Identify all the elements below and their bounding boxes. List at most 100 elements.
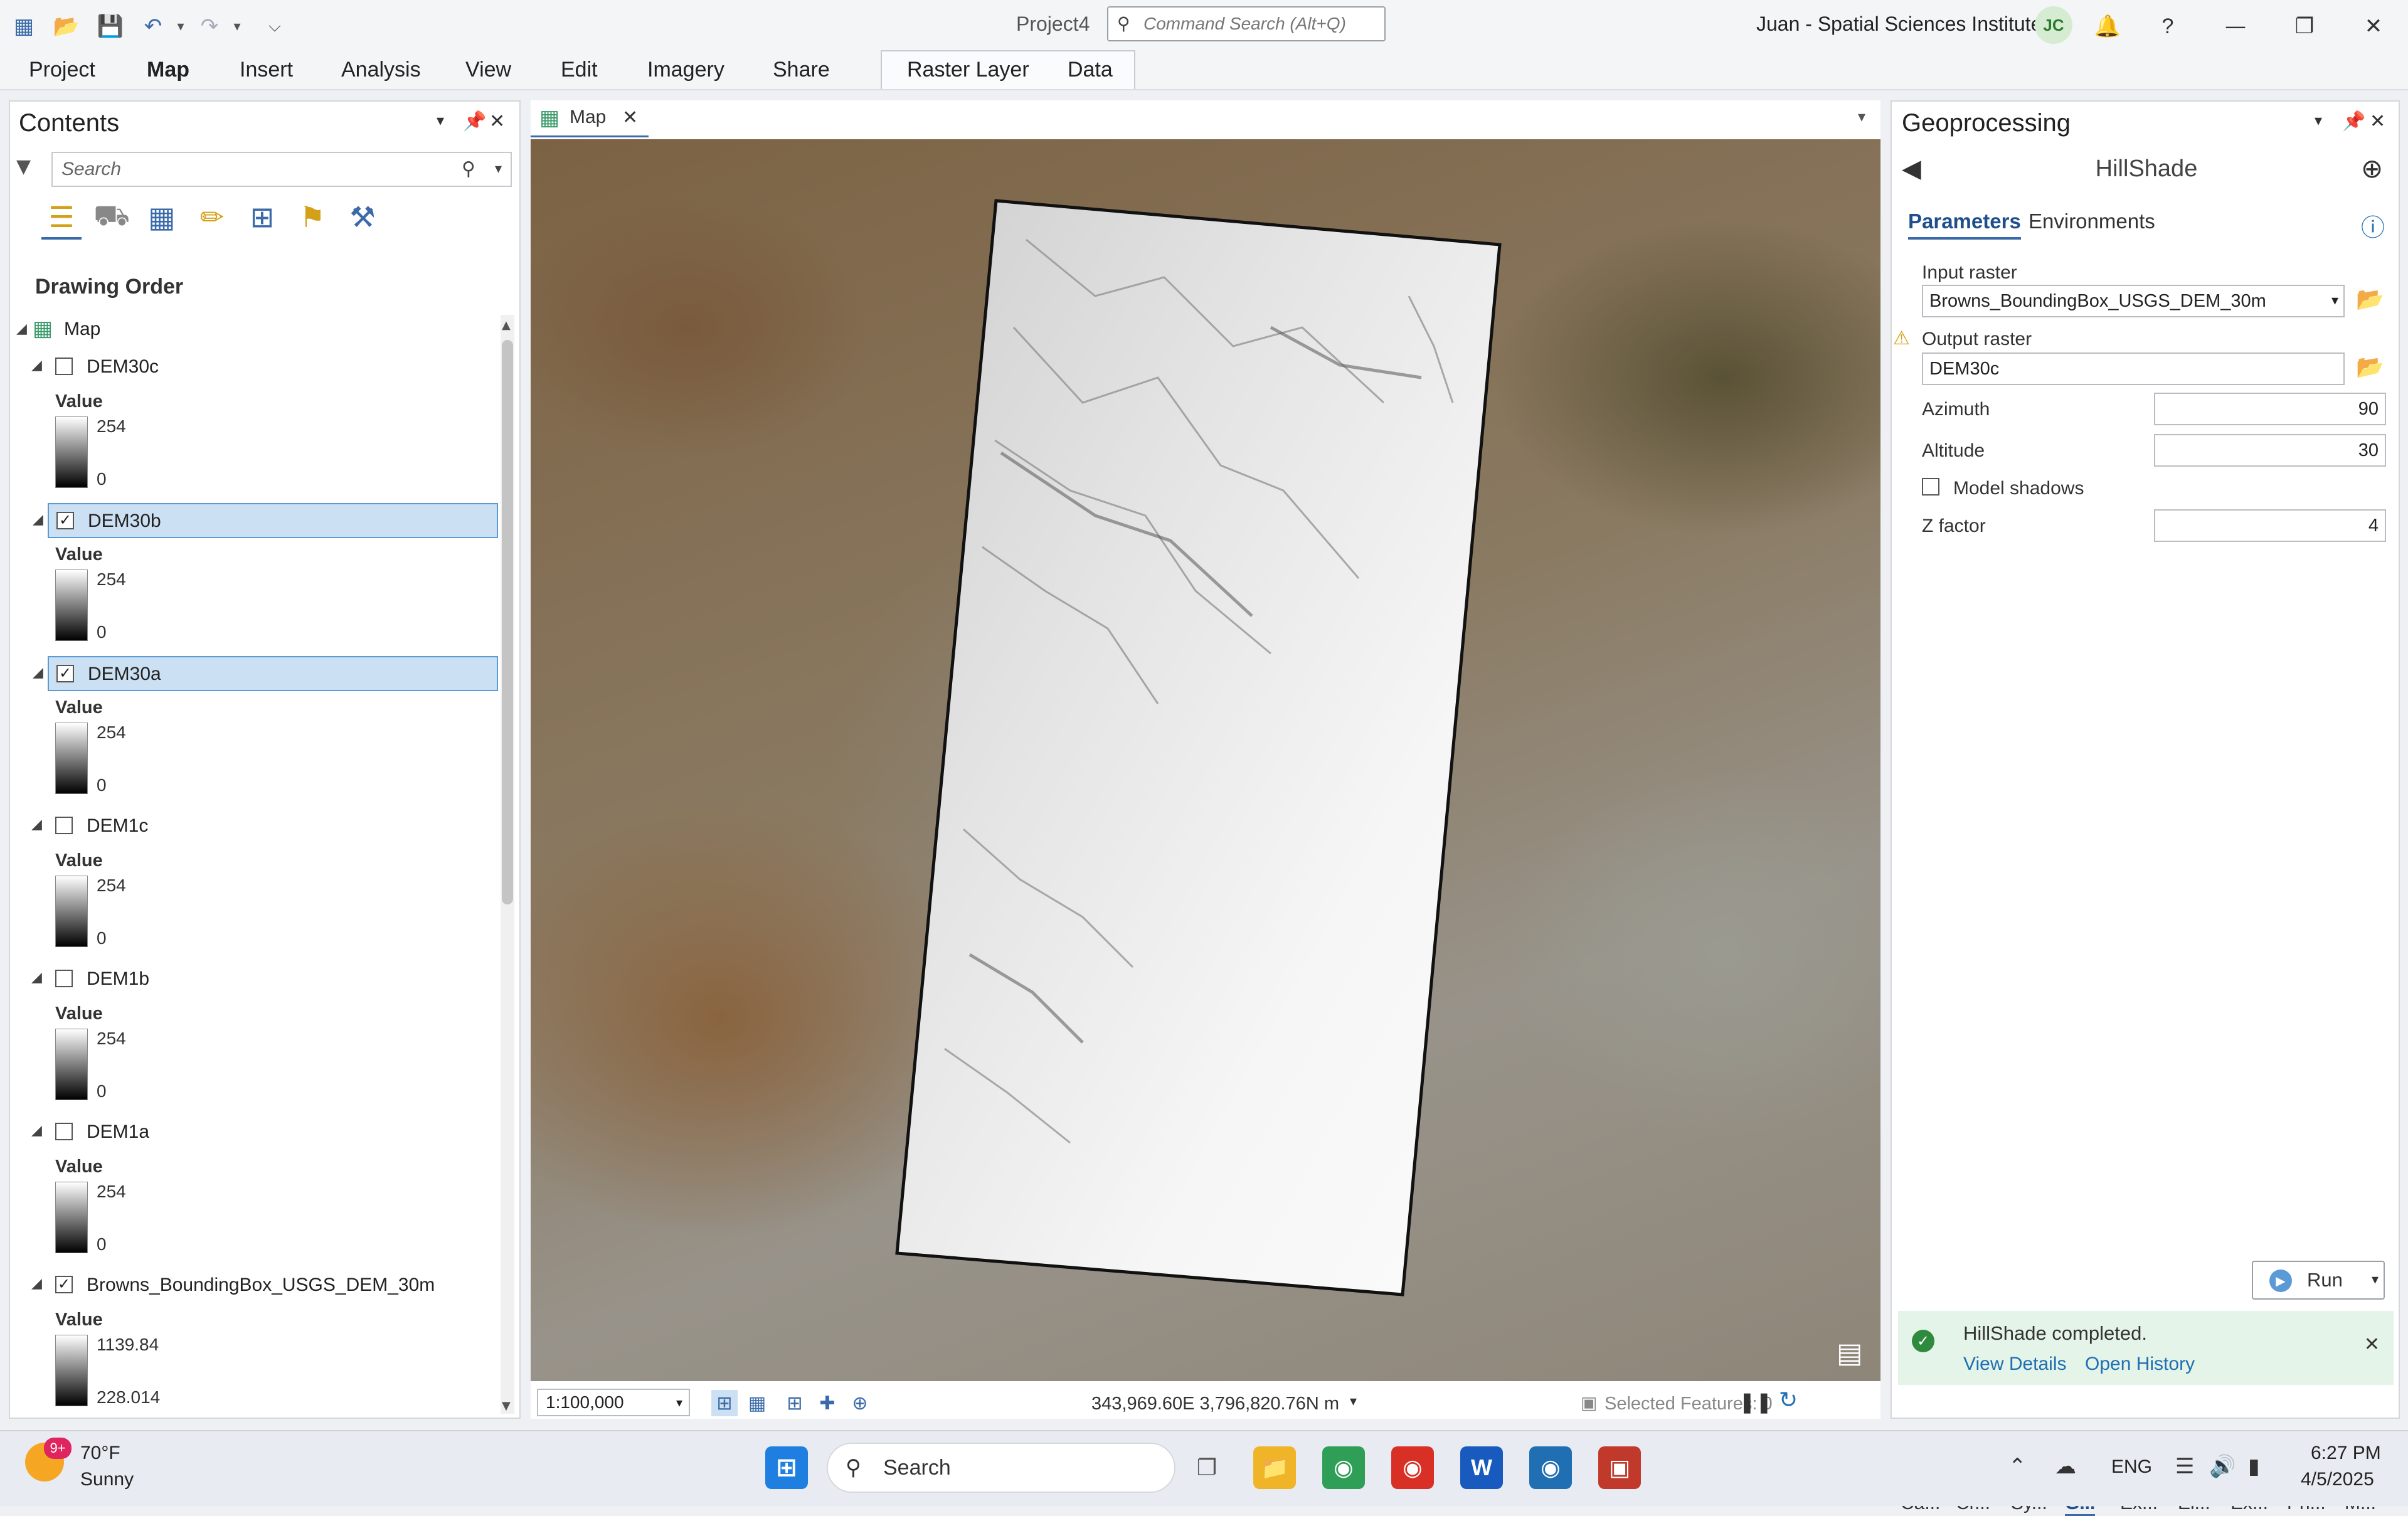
- list-by-source-icon[interactable]: ⛟: [92, 197, 132, 237]
- azimuth-input[interactable]: 90: [2154, 393, 2386, 425]
- layer-row[interactable]: ◢ DEM1c: [31, 809, 498, 844]
- contents-scrollbar[interactable]: ▲ ▼: [501, 315, 514, 1414]
- altitude-input[interactable]: 30: [2154, 434, 2386, 467]
- clock-date[interactable]: 4/5/2025: [2301, 1469, 2374, 1490]
- tab-environments[interactable]: Environments: [2029, 209, 2155, 233]
- tab-analysis[interactable]: Analysis: [341, 58, 421, 82]
- volume-icon[interactable]: 🔊: [2209, 1454, 2236, 1479]
- wifi-icon[interactable]: ☰: [2175, 1454, 2194, 1479]
- close-pane-icon[interactable]: ✕: [489, 110, 505, 132]
- redo-dropdown-icon[interactable]: ▾: [222, 11, 252, 41]
- scale-selector[interactable]: 1:100,000 ▾: [537, 1389, 690, 1416]
- chevron-down-icon[interactable]: ▾: [2372, 1262, 2379, 1298]
- list-by-snapping-icon[interactable]: ⊞: [242, 197, 282, 237]
- chevron-down-icon[interactable]: ▾: [495, 153, 502, 186]
- view-details-link[interactable]: View Details: [1963, 1354, 2067, 1375]
- weather-condition[interactable]: Sunny: [80, 1469, 134, 1490]
- task-view-icon[interactable]: ❐: [1185, 1446, 1228, 1489]
- legend-color-ramp[interactable]: [55, 1335, 88, 1406]
- layer-row[interactable]: ◢ DEM30c: [31, 350, 498, 385]
- layer-visibility-checkbox[interactable]: [55, 970, 73, 987]
- clock-time[interactable]: 6:27 PM: [2311, 1443, 2381, 1464]
- tab-project[interactable]: Project: [29, 58, 95, 82]
- run-button[interactable]: ▶ Run ▾: [2252, 1261, 2385, 1300]
- tab-edit[interactable]: Edit: [561, 58, 598, 82]
- restore-icon[interactable]: ❐: [2286, 9, 2323, 44]
- tab-view[interactable]: View: [465, 58, 511, 82]
- layer-row[interactable]: ◢ ✓ DEM30a: [33, 656, 498, 691]
- help-icon[interactable]: ⓘ: [2361, 208, 2385, 243]
- layer-visibility-checkbox[interactable]: [55, 358, 73, 375]
- pin-icon[interactable]: 📌: [463, 110, 486, 132]
- layer-visibility-checkbox[interactable]: ✓: [56, 512, 74, 529]
- onedrive-icon[interactable]: ☁: [2055, 1454, 2076, 1479]
- weather-temperature[interactable]: 70°F: [80, 1443, 120, 1464]
- chevron-down-icon[interactable]: ▾: [1858, 108, 1865, 125]
- pause-drawing-icon[interactable]: ❚❚: [1739, 1390, 1773, 1414]
- tab-parameters[interactable]: Parameters: [1908, 209, 2021, 240]
- tab-raster-layer[interactable]: Raster Layer: [907, 58, 1029, 82]
- legend-color-ramp[interactable]: [55, 1182, 88, 1253]
- list-by-drawing-order-icon[interactable]: ☰: [41, 197, 82, 240]
- list-by-perspective-icon[interactable]: ⚒: [342, 197, 383, 237]
- fixed-zoom-icon[interactable]: ⊞: [711, 1390, 738, 1416]
- close-message-icon[interactable]: ✕: [2364, 1333, 2380, 1355]
- grid-icon[interactable]: ▦: [744, 1390, 770, 1416]
- taskbar-search[interactable]: ⚲ Search: [827, 1443, 1175, 1493]
- user-name[interactable]: Juan - Spatial Sciences Institute: [1756, 13, 2042, 36]
- save-project-icon[interactable]: 💾: [95, 11, 125, 41]
- snipping-tool-icon[interactable]: ▣: [1598, 1446, 1641, 1489]
- layer-visibility-checkbox[interactable]: [55, 1123, 73, 1140]
- windows-start-icon[interactable]: ⊞: [765, 1446, 808, 1489]
- refresh-icon[interactable]: ↻: [1779, 1387, 1798, 1413]
- legend-color-ramp[interactable]: [55, 876, 88, 947]
- expand-layer-icon[interactable]: ◢: [33, 665, 43, 681]
- close-icon[interactable]: ✕: [2355, 9, 2392, 44]
- legend-color-ramp[interactable]: [55, 723, 88, 794]
- help-icon[interactable]: ?: [2149, 9, 2187, 44]
- measure-icon[interactable]: ✚: [814, 1390, 841, 1416]
- filter-icon[interactable]: ▼: [16, 156, 31, 178]
- legend-color-ramp[interactable]: [55, 1029, 88, 1100]
- redo-icon[interactable]: ↷: [194, 11, 225, 41]
- layer-visibility-checkbox[interactable]: ✓: [56, 665, 74, 682]
- scroll-down-icon[interactable]: ▼: [502, 1399, 511, 1413]
- z-factor-input[interactable]: 4: [2154, 509, 2386, 542]
- map-canvas[interactable]: ▤: [531, 139, 1880, 1381]
- output-raster-input[interactable]: DEM30c: [1922, 352, 2345, 385]
- show-hidden-icons-icon[interactable]: ⌃: [2008, 1454, 2027, 1479]
- expand-layer-icon[interactable]: ◢: [31, 970, 42, 985]
- minimize-icon[interactable]: —: [2217, 9, 2254, 44]
- tab-map-view[interactable]: ▦ Map ✕: [531, 100, 649, 137]
- new-project-icon[interactable]: ▦: [9, 11, 39, 41]
- legend-color-ramp[interactable]: [55, 416, 88, 488]
- tab-map[interactable]: Map: [147, 58, 189, 82]
- layer-row[interactable]: ◢ ✓ Browns_BoundingBox_USGS_DEM_30m: [31, 1268, 498, 1303]
- layer-row[interactable]: ◢ DEM1b: [31, 962, 498, 997]
- expand-layer-icon[interactable]: ◢: [31, 358, 42, 373]
- list-by-selection-icon[interactable]: ▦: [142, 197, 182, 237]
- chrome-icon[interactable]: ◉: [1391, 1446, 1434, 1489]
- avatar[interactable]: JC: [2035, 6, 2072, 44]
- list-by-labeling-icon[interactable]: ⚑: [292, 197, 332, 237]
- command-search-input[interactable]: ⚲ Command Search (Alt+Q): [1107, 6, 1386, 41]
- scroll-up-icon[interactable]: ▲: [502, 319, 511, 332]
- legend-color-ramp[interactable]: [55, 570, 88, 641]
- snapping-icon[interactable]: ⊞: [782, 1390, 808, 1416]
- browse-folder-icon[interactable]: 📂: [2356, 286, 2384, 312]
- contents-search-input[interactable]: Search ⚲ ▾: [51, 152, 512, 187]
- expand-layer-icon[interactable]: ◢: [31, 817, 42, 832]
- arcgis-pro-icon[interactable]: ◉: [1529, 1446, 1572, 1489]
- notification-bell-icon[interactable]: 🔔: [2089, 9, 2126, 44]
- word-icon[interactable]: W: [1460, 1446, 1503, 1489]
- input-raster-select[interactable]: Browns_BoundingBox_USGS_DEM_30m ▾: [1922, 285, 2345, 317]
- correction-icon[interactable]: ⊕: [847, 1390, 873, 1416]
- expand-layer-icon[interactable]: ◢: [31, 1123, 42, 1138]
- pane-options-icon[interactable]: ▾: [437, 112, 444, 129]
- layer-visibility-checkbox[interactable]: ✓: [55, 1276, 73, 1293]
- close-pane-icon[interactable]: ✕: [2370, 110, 2385, 132]
- list-by-editing-icon[interactable]: ✏: [192, 197, 232, 237]
- layer-row[interactable]: ◢ ✓ DEM30b: [33, 503, 498, 538]
- tab-share[interactable]: Share: [773, 58, 830, 82]
- pin-icon[interactable]: 📌: [2342, 110, 2365, 132]
